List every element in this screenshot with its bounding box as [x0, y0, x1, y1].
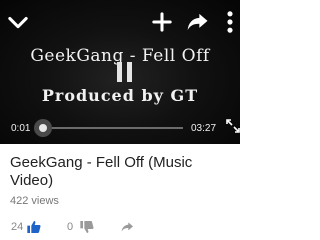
video-title: GeekGang - Fell Off (Music Video) [10, 154, 193, 189]
like-count: 24 [11, 221, 24, 233]
duration: 03:27 [191, 123, 217, 134]
seek-bar[interactable] [34, 119, 183, 137]
share-icon[interactable] [183, 8, 211, 36]
more-vert-icon[interactable] [216, 8, 240, 36]
thumbs-down-icon[interactable] [79, 219, 95, 235]
fullscreen-icon[interactable] [225, 118, 240, 134]
chevron-down-icon[interactable] [4, 8, 32, 36]
thumbs-up-icon[interactable] [26, 219, 42, 235]
current-time: 0:01 [11, 123, 31, 134]
video-overlay-credit: Produced by GT [41, 86, 199, 105]
add-to-playlist-icon[interactable] [148, 8, 176, 36]
view-count: 422 views [10, 195, 59, 207]
dislike-count: 0 [67, 221, 74, 233]
video-player[interactable]: GeekGang - Fell Off Produced by GT 0:01 … [0, 0, 240, 144]
seek-handle[interactable] [34, 119, 53, 137]
pause-icon[interactable] [117, 62, 135, 82]
share-icon[interactable] [118, 219, 136, 235]
